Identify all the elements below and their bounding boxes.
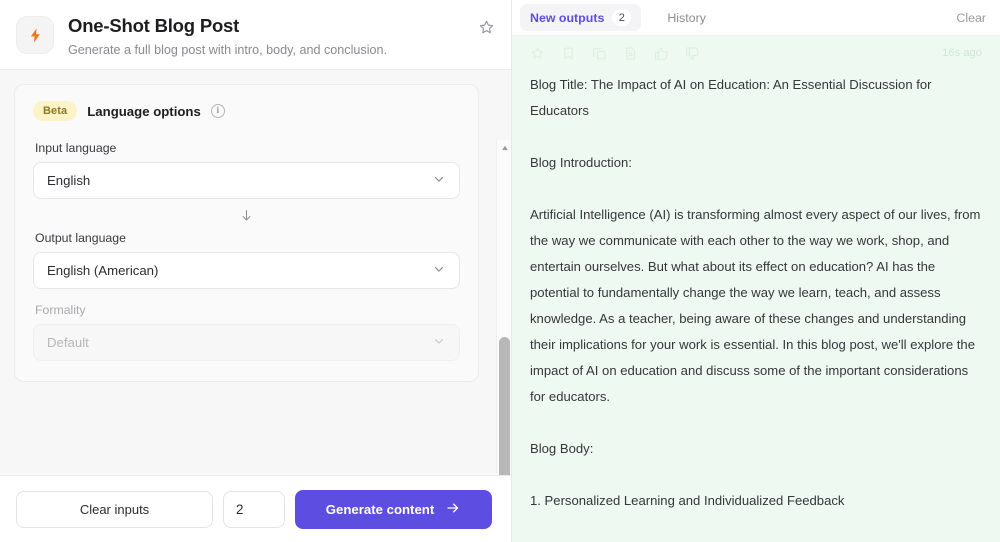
tab-history[interactable]: History: [659, 6, 714, 30]
output-body: 16s ago Blog Title: The Impact of AI on …: [512, 36, 1000, 542]
generate-content-button[interactable]: Generate content: [295, 490, 492, 529]
lightning-bolt-icon: [16, 16, 54, 54]
output-language-value: English (American): [47, 263, 158, 278]
output-language-label: Output language: [35, 231, 460, 245]
scroll-up-arrow-icon[interactable]: [497, 140, 511, 155]
clear-outputs-link[interactable]: Clear: [956, 11, 986, 25]
copy-icon[interactable]: [592, 46, 607, 61]
page-title: One-Shot Blog Post: [68, 15, 478, 37]
chevron-down-icon: [432, 334, 446, 351]
chevron-down-icon: [432, 172, 446, 189]
input-panel-footer: Clear inputs Generate content: [0, 475, 511, 542]
tool-input-panel: One-Shot Blog Post Generate a full blog …: [0, 0, 512, 542]
tool-header: One-Shot Blog Post Generate a full blog …: [0, 0, 511, 70]
info-icon[interactable]: i: [211, 104, 225, 118]
arrow-right-icon: [445, 500, 461, 519]
language-options-header: Beta Language options i: [33, 101, 460, 121]
output-section-one-heading: 1. Personalized Learning and Individuali…: [530, 488, 982, 514]
output-intro-heading: Blog Introduction:: [530, 150, 982, 176]
arrow-down-icon: [33, 199, 460, 231]
chevron-down-icon: [432, 262, 446, 279]
beta-badge: Beta: [33, 101, 77, 121]
formality-select: Default: [33, 324, 460, 361]
new-outputs-count-badge: 2: [612, 9, 631, 26]
left-panel-scrollbar[interactable]: [496, 140, 511, 475]
thumbs-down-icon[interactable]: [685, 46, 700, 61]
app-root: One-Shot Blog Post Generate a full blog …: [0, 0, 1000, 542]
tab-new-outputs-label: New outputs: [530, 11, 604, 25]
tool-subtitle: Generate a full blog post with intro, bo…: [68, 42, 478, 59]
generate-content-label: Generate content: [326, 502, 434, 517]
output-title-line: Blog Title: The Impact of AI on Educatio…: [530, 72, 982, 124]
bookmark-icon[interactable]: [561, 46, 576, 61]
output-count-input[interactable]: [223, 491, 285, 528]
language-options-card: Beta Language options i Input language E…: [14, 84, 479, 382]
thumbs-up-icon[interactable]: [654, 46, 669, 61]
clear-inputs-button[interactable]: Clear inputs: [16, 491, 213, 528]
tool-title-wrap: One-Shot Blog Post Generate a full blog …: [68, 14, 478, 59]
output-body-heading: Blog Body:: [530, 436, 982, 462]
inputs-scroll-area: Beta Language options i Input language E…: [0, 70, 511, 475]
scrollbar-thumb[interactable]: [499, 337, 510, 475]
input-language-value: English: [47, 173, 90, 188]
document-icon[interactable]: [623, 46, 638, 61]
output-panel: New outputs 2 History Clear: [512, 0, 1000, 542]
star-icon[interactable]: [530, 46, 545, 61]
output-timestamp: 16s ago: [942, 47, 982, 59]
star-outline-icon[interactable]: [478, 19, 495, 41]
output-tabs: New outputs 2 History Clear: [512, 0, 1000, 36]
input-language-select[interactable]: English: [33, 162, 460, 199]
output-action-bar: 16s ago: [530, 36, 982, 70]
output-text-content[interactable]: Blog Title: The Impact of AI on Educatio…: [530, 70, 982, 542]
formality-value: Default: [47, 335, 89, 350]
language-options-title: Language options: [87, 104, 201, 119]
output-intro-paragraph: Artificial Intelligence (AI) is transfor…: [530, 202, 982, 410]
formality-label: Formality: [35, 303, 460, 317]
output-language-select[interactable]: English (American): [33, 252, 460, 289]
tab-new-outputs[interactable]: New outputs 2: [520, 4, 641, 31]
input-language-label: Input language: [35, 141, 460, 155]
